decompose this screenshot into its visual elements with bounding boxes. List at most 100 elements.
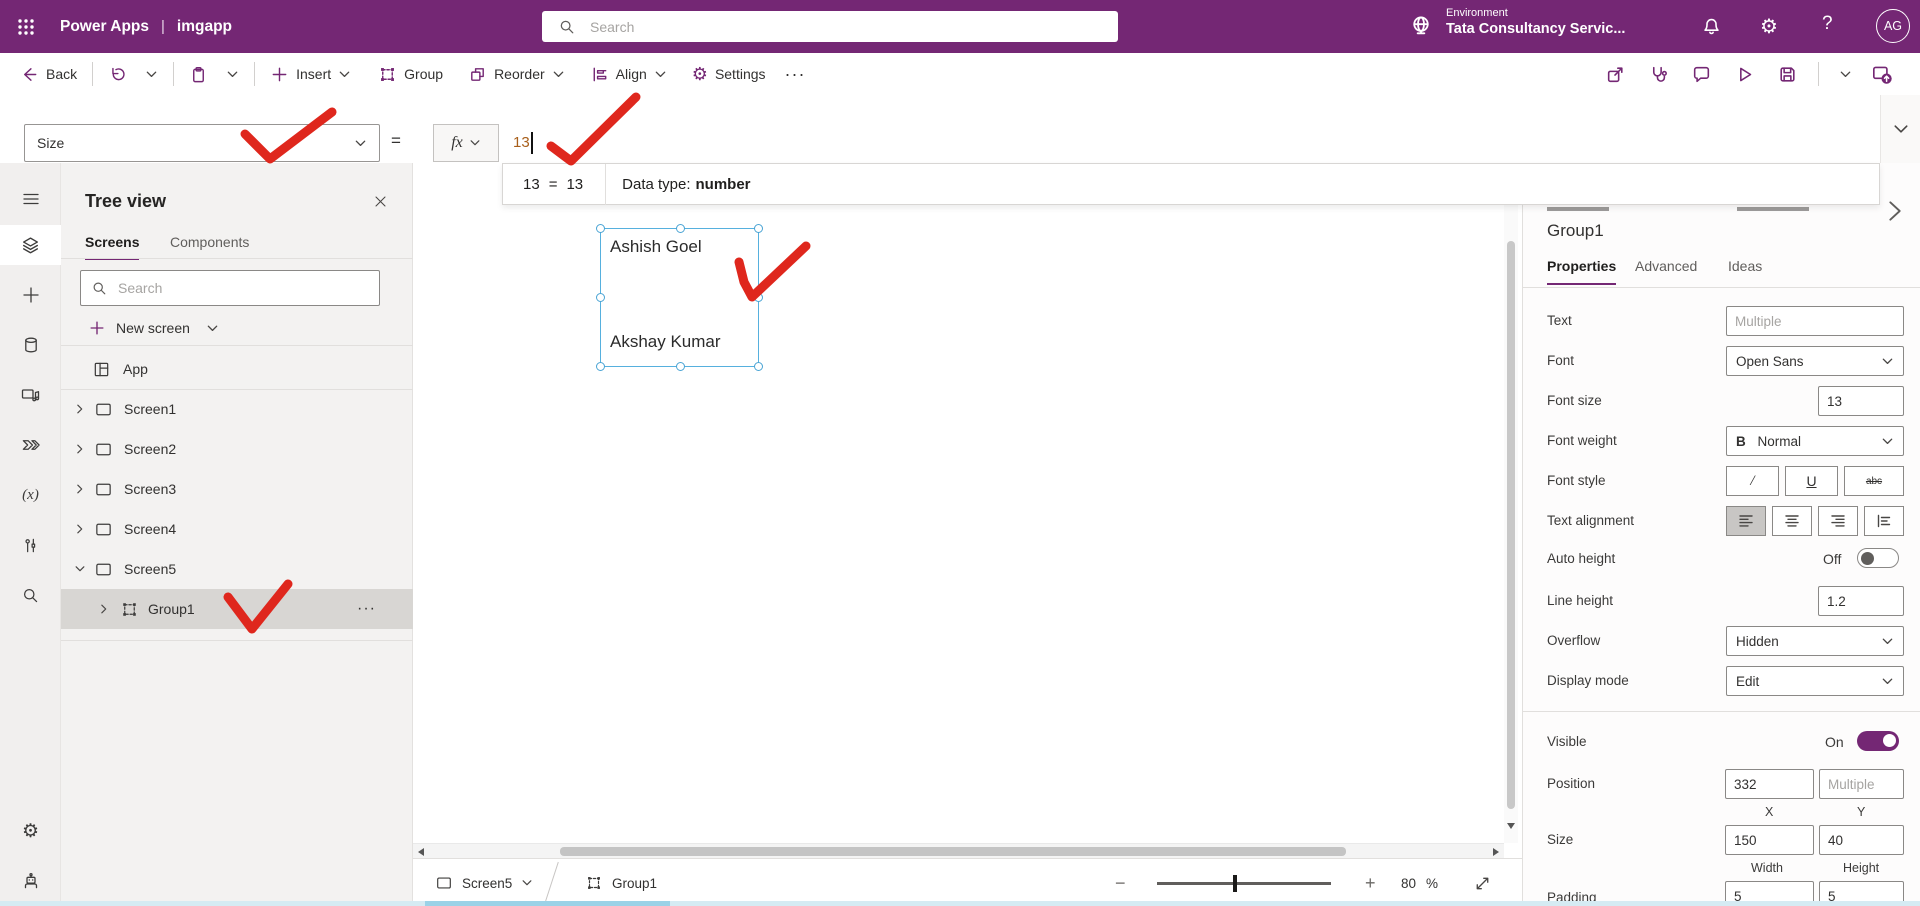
paste-button[interactable]	[189, 65, 208, 84]
preview-play-icon[interactable]	[1734, 64, 1755, 85]
chevron-right-icon[interactable]	[74, 523, 86, 535]
settings-gear-icon[interactable]: ⚙	[1760, 14, 1778, 39]
chevron-right-icon[interactable]	[74, 483, 86, 495]
waffle-icon[interactable]	[14, 15, 38, 39]
data-icon[interactable]	[0, 325, 61, 365]
share-icon[interactable]	[1605, 64, 1626, 85]
tab-ideas[interactable]: Ideas	[1728, 258, 1762, 274]
selection-handle[interactable]	[754, 224, 763, 233]
insert-button[interactable]: Insert	[270, 65, 351, 84]
zoom-slider-thumb[interactable]	[1233, 875, 1237, 892]
selection-handle[interactable]	[754, 293, 763, 302]
chevron-right-icon[interactable]	[74, 403, 86, 415]
chevron-right-icon[interactable]	[98, 603, 110, 615]
breadcrumb-control[interactable]: Group1	[585, 859, 657, 906]
undo-button[interactable]	[108, 65, 127, 84]
position-y-input[interactable]	[1819, 769, 1904, 799]
text-input[interactable]	[1726, 306, 1904, 336]
group-button[interactable]: Group	[378, 65, 443, 84]
tab-advanced[interactable]: Advanced	[1635, 258, 1697, 274]
notifications-icon[interactable]	[1700, 15, 1723, 38]
chevron-down-icon[interactable]	[521, 877, 533, 889]
global-search-input[interactable]	[588, 17, 1048, 36]
media-icon[interactable]	[0, 375, 61, 415]
font-weight-dropdown[interactable]: B Normal	[1726, 426, 1904, 456]
brand-title[interactable]: Power Apps	[60, 18, 149, 36]
chevron-down-icon[interactable]	[74, 563, 86, 575]
tree-view-icon[interactable]	[0, 225, 61, 265]
new-screen-button[interactable]: New screen	[61, 308, 413, 348]
save-dropdown-icon[interactable]	[1839, 68, 1852, 81]
horizontal-scrollbar[interactable]	[413, 843, 1504, 858]
search-icon[interactable]	[0, 575, 61, 615]
advanced-tools-icon[interactable]	[0, 525, 61, 565]
selection-handle[interactable]	[676, 362, 685, 371]
avatar[interactable]: AG	[1876, 9, 1910, 43]
reorder-button[interactable]: Reorder	[468, 65, 565, 84]
align-left-button[interactable]	[1726, 506, 1766, 536]
selected-group[interactable]: Ashish Goel Akshay Kumar	[596, 224, 763, 371]
new-screen-dropdown-icon[interactable]	[206, 322, 219, 335]
canvas-label-top[interactable]: Ashish Goel	[610, 237, 702, 257]
tree-item-screen1[interactable]: Screen1	[61, 389, 413, 429]
selection-handle[interactable]	[596, 224, 605, 233]
canvas[interactable]: Ashish Goel Akshay Kumar	[413, 163, 1522, 843]
horizontal-scrollbar-thumb[interactable]	[560, 847, 1346, 856]
tree-search[interactable]	[80, 270, 380, 306]
auto-height-toggle[interactable]	[1857, 548, 1899, 568]
align-button[interactable]: Align	[590, 65, 667, 84]
chevron-right-icon[interactable]	[74, 443, 86, 455]
global-search[interactable]	[542, 11, 1118, 42]
selection-handle[interactable]	[754, 362, 763, 371]
fit-to-window-icon[interactable]	[1473, 859, 1492, 906]
align-right-button[interactable]	[1818, 506, 1858, 536]
app-checker-icon[interactable]	[1648, 64, 1669, 85]
comments-icon[interactable]	[1691, 64, 1712, 85]
panel-collapse-icon[interactable]	[1884, 198, 1906, 224]
item-more-icon[interactable]: ···	[357, 600, 376, 618]
power-automate-icon[interactable]	[0, 425, 61, 465]
tree-item-screen2[interactable]: Screen2	[61, 429, 413, 469]
environment-switcher[interactable]: Environment Tata Consultancy Servic...	[1446, 7, 1625, 38]
zoom-value[interactable]: 80	[1401, 859, 1416, 906]
variables-icon[interactable]: (x)	[0, 475, 61, 515]
selected-control-name[interactable]: Group1	[1547, 221, 1604, 241]
underline-button[interactable]: U	[1785, 466, 1838, 496]
strikethrough-button[interactable]: abc	[1844, 466, 1904, 496]
size-height-input[interactable]	[1819, 825, 1904, 855]
hamburger-menu-icon[interactable]	[0, 179, 61, 219]
publish-icon[interactable]	[1870, 62, 1894, 86]
tab-screens[interactable]: Screens	[85, 234, 140, 260]
vertical-scrollbar-thumb[interactable]	[1507, 241, 1515, 809]
size-width-input[interactable]	[1725, 825, 1814, 855]
settings-button[interactable]: ⚙ Settings	[692, 65, 766, 83]
align-justify-button[interactable]	[1864, 506, 1904, 536]
scroll-down-icon[interactable]	[1507, 823, 1515, 829]
canvas-label-bottom[interactable]: Akshay Kumar	[610, 332, 721, 352]
tree-search-input[interactable]	[116, 279, 346, 297]
paste-dropdown-icon[interactable]	[226, 68, 239, 81]
font-dropdown[interactable]: Open Sans	[1726, 346, 1904, 376]
scroll-right-icon[interactable]	[1493, 848, 1499, 856]
font-size-input[interactable]	[1818, 386, 1904, 416]
tree-item-app[interactable]: App	[61, 349, 413, 389]
tree-item-screen5[interactable]: Screen5	[61, 549, 413, 589]
undo-dropdown-icon[interactable]	[145, 68, 158, 81]
tab-properties[interactable]: Properties	[1547, 258, 1617, 285]
line-height-input[interactable]	[1818, 586, 1904, 616]
align-center-button[interactable]	[1772, 506, 1812, 536]
visible-toggle[interactable]	[1857, 731, 1899, 751]
position-x-input[interactable]	[1725, 769, 1814, 799]
back-button[interactable]: Back	[20, 65, 77, 84]
more-commands-icon[interactable]: ···	[785, 64, 806, 85]
tree-item-screen4[interactable]: Screen4	[61, 509, 413, 549]
italic-button[interactable]: /	[1726, 466, 1779, 496]
app-settings-icon[interactable]: ⚙	[0, 811, 61, 851]
scroll-left-icon[interactable]	[418, 848, 424, 856]
fx-button[interactable]: fx	[433, 124, 499, 162]
save-icon[interactable]	[1777, 64, 1798, 85]
selection-handle[interactable]	[596, 293, 605, 302]
tree-item-screen3[interactable]: Screen3	[61, 469, 413, 509]
overflow-dropdown[interactable]: Hidden	[1726, 626, 1904, 656]
property-selector[interactable]: Size	[24, 124, 380, 162]
